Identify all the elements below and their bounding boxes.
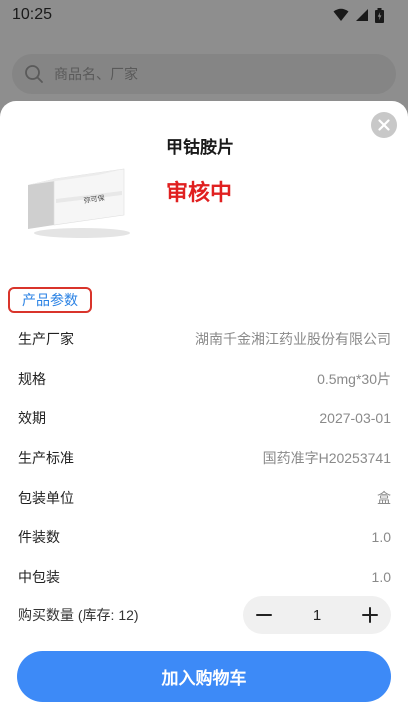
quantity-stepper[interactable]: 1 xyxy=(243,596,391,634)
status-time: 10:25 xyxy=(12,6,53,23)
param-row-expiry: 效期 2027-03-01 xyxy=(0,398,408,438)
quantity-value[interactable]: 1 xyxy=(313,607,321,624)
params-list: 生产厂家 湖南千金湘江药业股份有限公司 规格 0.5mg*30片 效期 2027… xyxy=(0,319,408,597)
param-row-pieces: 件装数 1.0 xyxy=(0,517,408,557)
section-title-params: 产品参数 xyxy=(8,287,92,313)
quantity-row: 购买数量 (库存: 12) 1 xyxy=(0,595,408,635)
param-value: 1.0 xyxy=(371,529,391,546)
status-icons xyxy=(333,7,384,23)
add-to-cart-button[interactable]: 加入购物车 xyxy=(17,651,391,702)
param-label: 效期 xyxy=(18,410,46,427)
decrement-button[interactable] xyxy=(253,604,275,626)
quantity-label: 购买数量 (库存: 12) xyxy=(18,607,139,623)
param-label: 中包装 xyxy=(18,568,60,585)
wifi-icon xyxy=(333,8,349,21)
param-value: 湖南千金湘江药业股份有限公司 xyxy=(195,330,391,347)
param-label: 包装单位 xyxy=(18,489,74,506)
close-icon xyxy=(378,119,390,131)
param-value: 1.0 xyxy=(371,568,391,585)
param-value: 2027-03-01 xyxy=(319,410,391,427)
minus-icon xyxy=(256,614,272,616)
status-bar: 10:25 xyxy=(0,0,408,30)
review-status: 审核中 xyxy=(166,180,233,205)
product-name: 甲钴胺片 xyxy=(166,138,234,157)
param-row-manufacturer: 生产厂家 湖南千金湘江药业股份有限公司 xyxy=(0,319,408,359)
signal-icon xyxy=(356,9,368,21)
param-row-mid-package: 中包装 1.0 xyxy=(0,557,408,597)
param-value: 0.5mg*30片 xyxy=(317,370,391,387)
close-button[interactable] xyxy=(371,112,397,138)
param-label: 件装数 xyxy=(18,529,60,546)
product-image: 弥可保 xyxy=(28,168,130,238)
increment-button[interactable] xyxy=(359,604,381,626)
search-input[interactable]: 商品名、厂家 xyxy=(54,64,138,84)
search-bar[interactable]: 商品名、厂家 xyxy=(12,54,396,94)
battery-icon xyxy=(375,7,384,23)
plus-icon xyxy=(362,607,378,623)
param-value: 国药准字H20253741 xyxy=(262,449,391,466)
param-row-spec: 规格 0.5mg*30片 xyxy=(0,359,408,399)
param-label: 生产厂家 xyxy=(18,330,74,347)
param-label: 规格 xyxy=(18,370,46,387)
param-row-package-unit: 包装单位 盒 xyxy=(0,478,408,518)
product-sheet: 弥可保 甲钴胺片 审核中 产品参数 生产厂家 湖南千金湘江药业股份有限公司 规格… xyxy=(0,101,408,725)
param-value: 盒 xyxy=(377,489,391,506)
param-label: 生产标准 xyxy=(18,449,74,466)
search-icon xyxy=(25,65,43,83)
param-row-standard: 生产标准 国药准字H20253741 xyxy=(0,438,408,478)
